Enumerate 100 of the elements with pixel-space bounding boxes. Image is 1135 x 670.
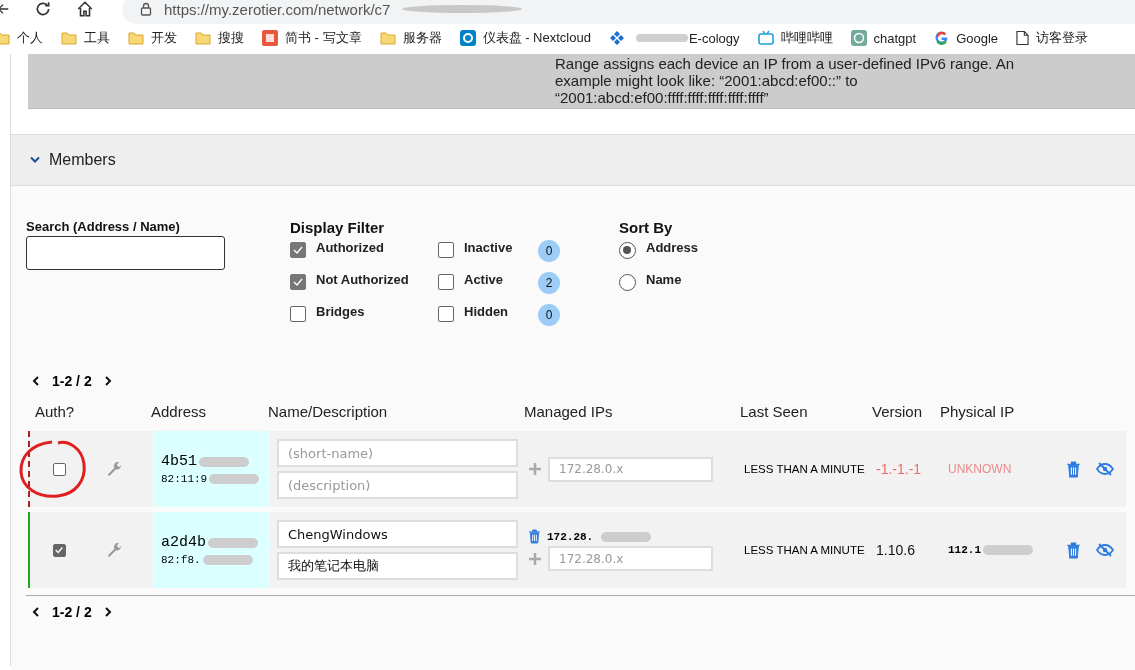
folder-icon [128, 31, 144, 45]
physical-ip: 112.1 [948, 544, 981, 556]
redaction-mark [601, 531, 652, 542]
reload-icon[interactable] [34, 0, 52, 18]
section-header[interactable]: Members [11, 135, 1135, 186]
search-field[interactable] [26, 236, 225, 270]
filter-label: Not Authorized [316, 272, 409, 287]
eye-slash-icon[interactable] [1096, 462, 1114, 476]
back-icon[interactable] [0, 1, 10, 17]
info-text: “2001:abcd:ef00:ffff:ffff:ffff:ffff:ffff” [555, 89, 770, 106]
bookmark-item[interactable]: 搜搜 [195, 29, 244, 47]
info-text: Range assigns each device an IP from a user-defined IPv6 range. An [555, 55, 1015, 72]
redaction-mark [983, 545, 1033, 555]
redaction-mark [202, 555, 253, 565]
diamond-logo-icon [608, 30, 625, 46]
tv-icon [757, 30, 774, 46]
knot-logo-icon [850, 30, 867, 46]
bookmark-item[interactable]: chatgpt [850, 30, 917, 46]
count-badge: 0 [538, 304, 560, 326]
eye-slash-icon[interactable] [1096, 543, 1114, 557]
radio-button[interactable] [619, 242, 636, 259]
checkbox[interactable] [52, 543, 66, 557]
last-seen-text: LESS THAN A MINUTE [743, 544, 866, 556]
checkbox[interactable] [290, 242, 306, 258]
trash-icon[interactable] [528, 529, 541, 544]
filter-title: Display Filter [290, 219, 386, 236]
wrench-icon[interactable] [106, 541, 123, 559]
address-bar[interactable]: https://my.zerotier.com/network/c7 [122, 0, 1135, 24]
column-header: Name/Description [268, 402, 389, 420]
column-header: Last Seen [740, 402, 809, 420]
redaction-mark [199, 456, 249, 467]
folder-icon [61, 31, 77, 45]
g-logo-icon [934, 30, 950, 46]
column-header: Auth? [34, 402, 76, 420]
bookmark-item[interactable]: 访客登录 [1016, 29, 1089, 47]
checkbox[interactable] [438, 274, 454, 290]
sort-label: Address [646, 240, 699, 255]
count-badge: 2 [538, 272, 560, 294]
trash-icon[interactable] [1066, 541, 1081, 559]
info-text: example might look like: “2001:abcd:ef00::” to [555, 72, 859, 89]
filter-label: Authorized [316, 240, 384, 255]
bookmark-item[interactable]: 简书 - 写文章 [262, 29, 362, 47]
redaction-mark [208, 537, 258, 548]
ring-logo-icon [459, 30, 476, 46]
chevron-left-icon[interactable] [32, 607, 40, 617]
version-text: 1.10.6 [875, 542, 916, 558]
column-header: Managed IPs [523, 402, 614, 420]
last-seen-text: LESS THAN A MINUTE [743, 463, 866, 475]
folder-icon [379, 31, 396, 45]
folder-icon [195, 31, 211, 45]
bookmark-item[interactable]: E-cology [608, 30, 740, 46]
wrench-icon[interactable] [106, 460, 123, 478]
chevron-left-icon[interactable] [32, 376, 40, 386]
description-field[interactable]: (description) [277, 471, 518, 499]
checkbox[interactable] [438, 306, 454, 322]
redaction-mark [209, 474, 260, 484]
bookmark-item[interactable]: Google [934, 30, 999, 46]
page-icon [1016, 30, 1030, 46]
checkbox[interactable] [290, 306, 306, 322]
redaction-mark [635, 34, 688, 42]
ip-field[interactable]: 172.28.0.x [548, 456, 713, 482]
chevron-right-icon[interactable] [103, 376, 112, 386]
mac-address: 82:11:9 [161, 473, 208, 485]
bookmark-item[interactable]: 工具 [61, 29, 110, 47]
mac-address: 82:f8. [161, 554, 201, 566]
bookmark-item[interactable]: 个人 [0, 29, 43, 47]
lock-icon [140, 2, 152, 16]
square-logo-icon [262, 30, 278, 46]
checkbox[interactable] [52, 462, 66, 476]
bookmark-item[interactable]: 服务器 [379, 29, 442, 47]
sort-label: Name [646, 272, 682, 287]
chevron-right-icon[interactable] [103, 607, 112, 617]
name-field[interactable]: (short-name) [277, 439, 518, 467]
version-text: -1.-1.-1 [875, 461, 923, 477]
member-address: a2d4b [161, 534, 206, 551]
radio-button[interactable] [619, 274, 636, 291]
trash-icon[interactable] [1066, 460, 1081, 478]
ip-field[interactable]: 172.28.0.x [548, 546, 713, 571]
page-count: 1-2 / 2 [52, 604, 92, 620]
check-icon [292, 244, 304, 256]
checkbox[interactable] [438, 242, 454, 258]
check-icon [54, 545, 64, 555]
ip-address: 172.28. [547, 530, 594, 543]
filter-label: Inactive [464, 240, 514, 255]
column-header: Physical IP [940, 402, 1016, 420]
physical-ip: UNKNOWN [948, 462, 1012, 476]
checkbox[interactable] [290, 274, 306, 290]
home-icon[interactable] [76, 0, 94, 18]
count-badge: 0 [538, 240, 560, 262]
name-field[interactable]: ChengWindows [277, 520, 518, 548]
bookmark-item[interactable]: 哔哩哔哩 [757, 29, 833, 47]
description-field[interactable]: 我的笔记本电脑 [277, 552, 518, 580]
bookmark-item[interactable]: 开发 [128, 29, 177, 47]
member-address: 4b51 [161, 453, 197, 470]
bookmark-item[interactable]: 仪表盘 - Nextcloud [459, 29, 591, 47]
page-count: 1-2 / 2 [52, 373, 92, 389]
filter-label: Hidden [464, 304, 510, 319]
sort-title: Sort By [619, 219, 674, 236]
filter-label: Active [464, 272, 505, 287]
column-header: Address [151, 402, 208, 420]
